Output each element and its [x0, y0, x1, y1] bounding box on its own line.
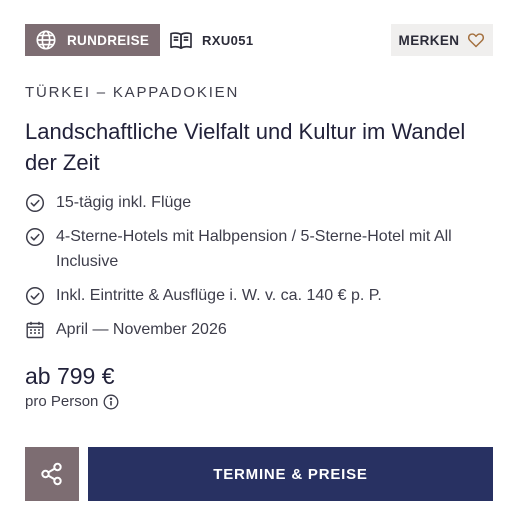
- trip-code-text: RXU051: [202, 32, 254, 48]
- merken-button[interactable]: MERKEN: [391, 24, 493, 56]
- check-circle-icon: [25, 227, 45, 246]
- feature-text: 15-tägig inkl. Flüge: [56, 194, 192, 211]
- feature-item: Inkl. Eintritte & Ausflüge i. W. v. ca. …: [25, 283, 493, 308]
- check-circle-icon: [25, 286, 45, 305]
- trip-code: RXU051: [169, 24, 254, 56]
- per-person-label: pro Person: [25, 393, 99, 410]
- feature-item: April — November 2026: [25, 317, 493, 342]
- feature-item: 15-tägig inkl. Flüge: [25, 190, 493, 215]
- feature-text: April — November 2026: [56, 321, 227, 338]
- trip-title: Landschaftliche Vielfalt und Kultur im W…: [25, 119, 466, 175]
- trip-type-label: RUNDREISE: [67, 32, 150, 48]
- check-circle-icon: [25, 193, 45, 212]
- feature-item: 4-Sterne-Hotels mit Halbpension / 5-Ster…: [25, 224, 493, 274]
- feature-text: Inkl. Eintritte & Ausflüge i. W. v. ca. …: [56, 287, 382, 304]
- card-header: RUNDREISE RXU051 MERKEN: [25, 24, 493, 56]
- heart-icon: [468, 33, 485, 48]
- globe-icon: [36, 30, 56, 50]
- calendar-icon: [26, 321, 44, 338]
- feature-text: 4-Sterne-Hotels mit Halbpension / 5-Ster…: [56, 228, 452, 270]
- book-icon: [170, 32, 192, 49]
- price-per-person: pro Person: [25, 393, 493, 410]
- trip-destination: TÜRKEI – KAPPADOKIEN: [25, 84, 240, 101]
- share-button[interactable]: [25, 447, 79, 501]
- trip-type-badge: RUNDREISE: [25, 24, 160, 56]
- share-icon: [41, 462, 62, 486]
- cta-label: TERMINE & PREISE: [213, 465, 368, 483]
- price-amount: ab 799 €: [25, 363, 115, 389]
- termine-preise-button[interactable]: TERMINE & PREISE: [88, 447, 493, 501]
- feature-list: 15-tägig inkl. Flüge 4-Sterne-Hotels mit…: [25, 190, 493, 342]
- trip-card: RUNDREISE RXU051 MERKEN TÜRKEI – KAPPADO…: [25, 24, 493, 410]
- info-icon[interactable]: [103, 394, 119, 410]
- merken-label: MERKEN: [398, 32, 460, 48]
